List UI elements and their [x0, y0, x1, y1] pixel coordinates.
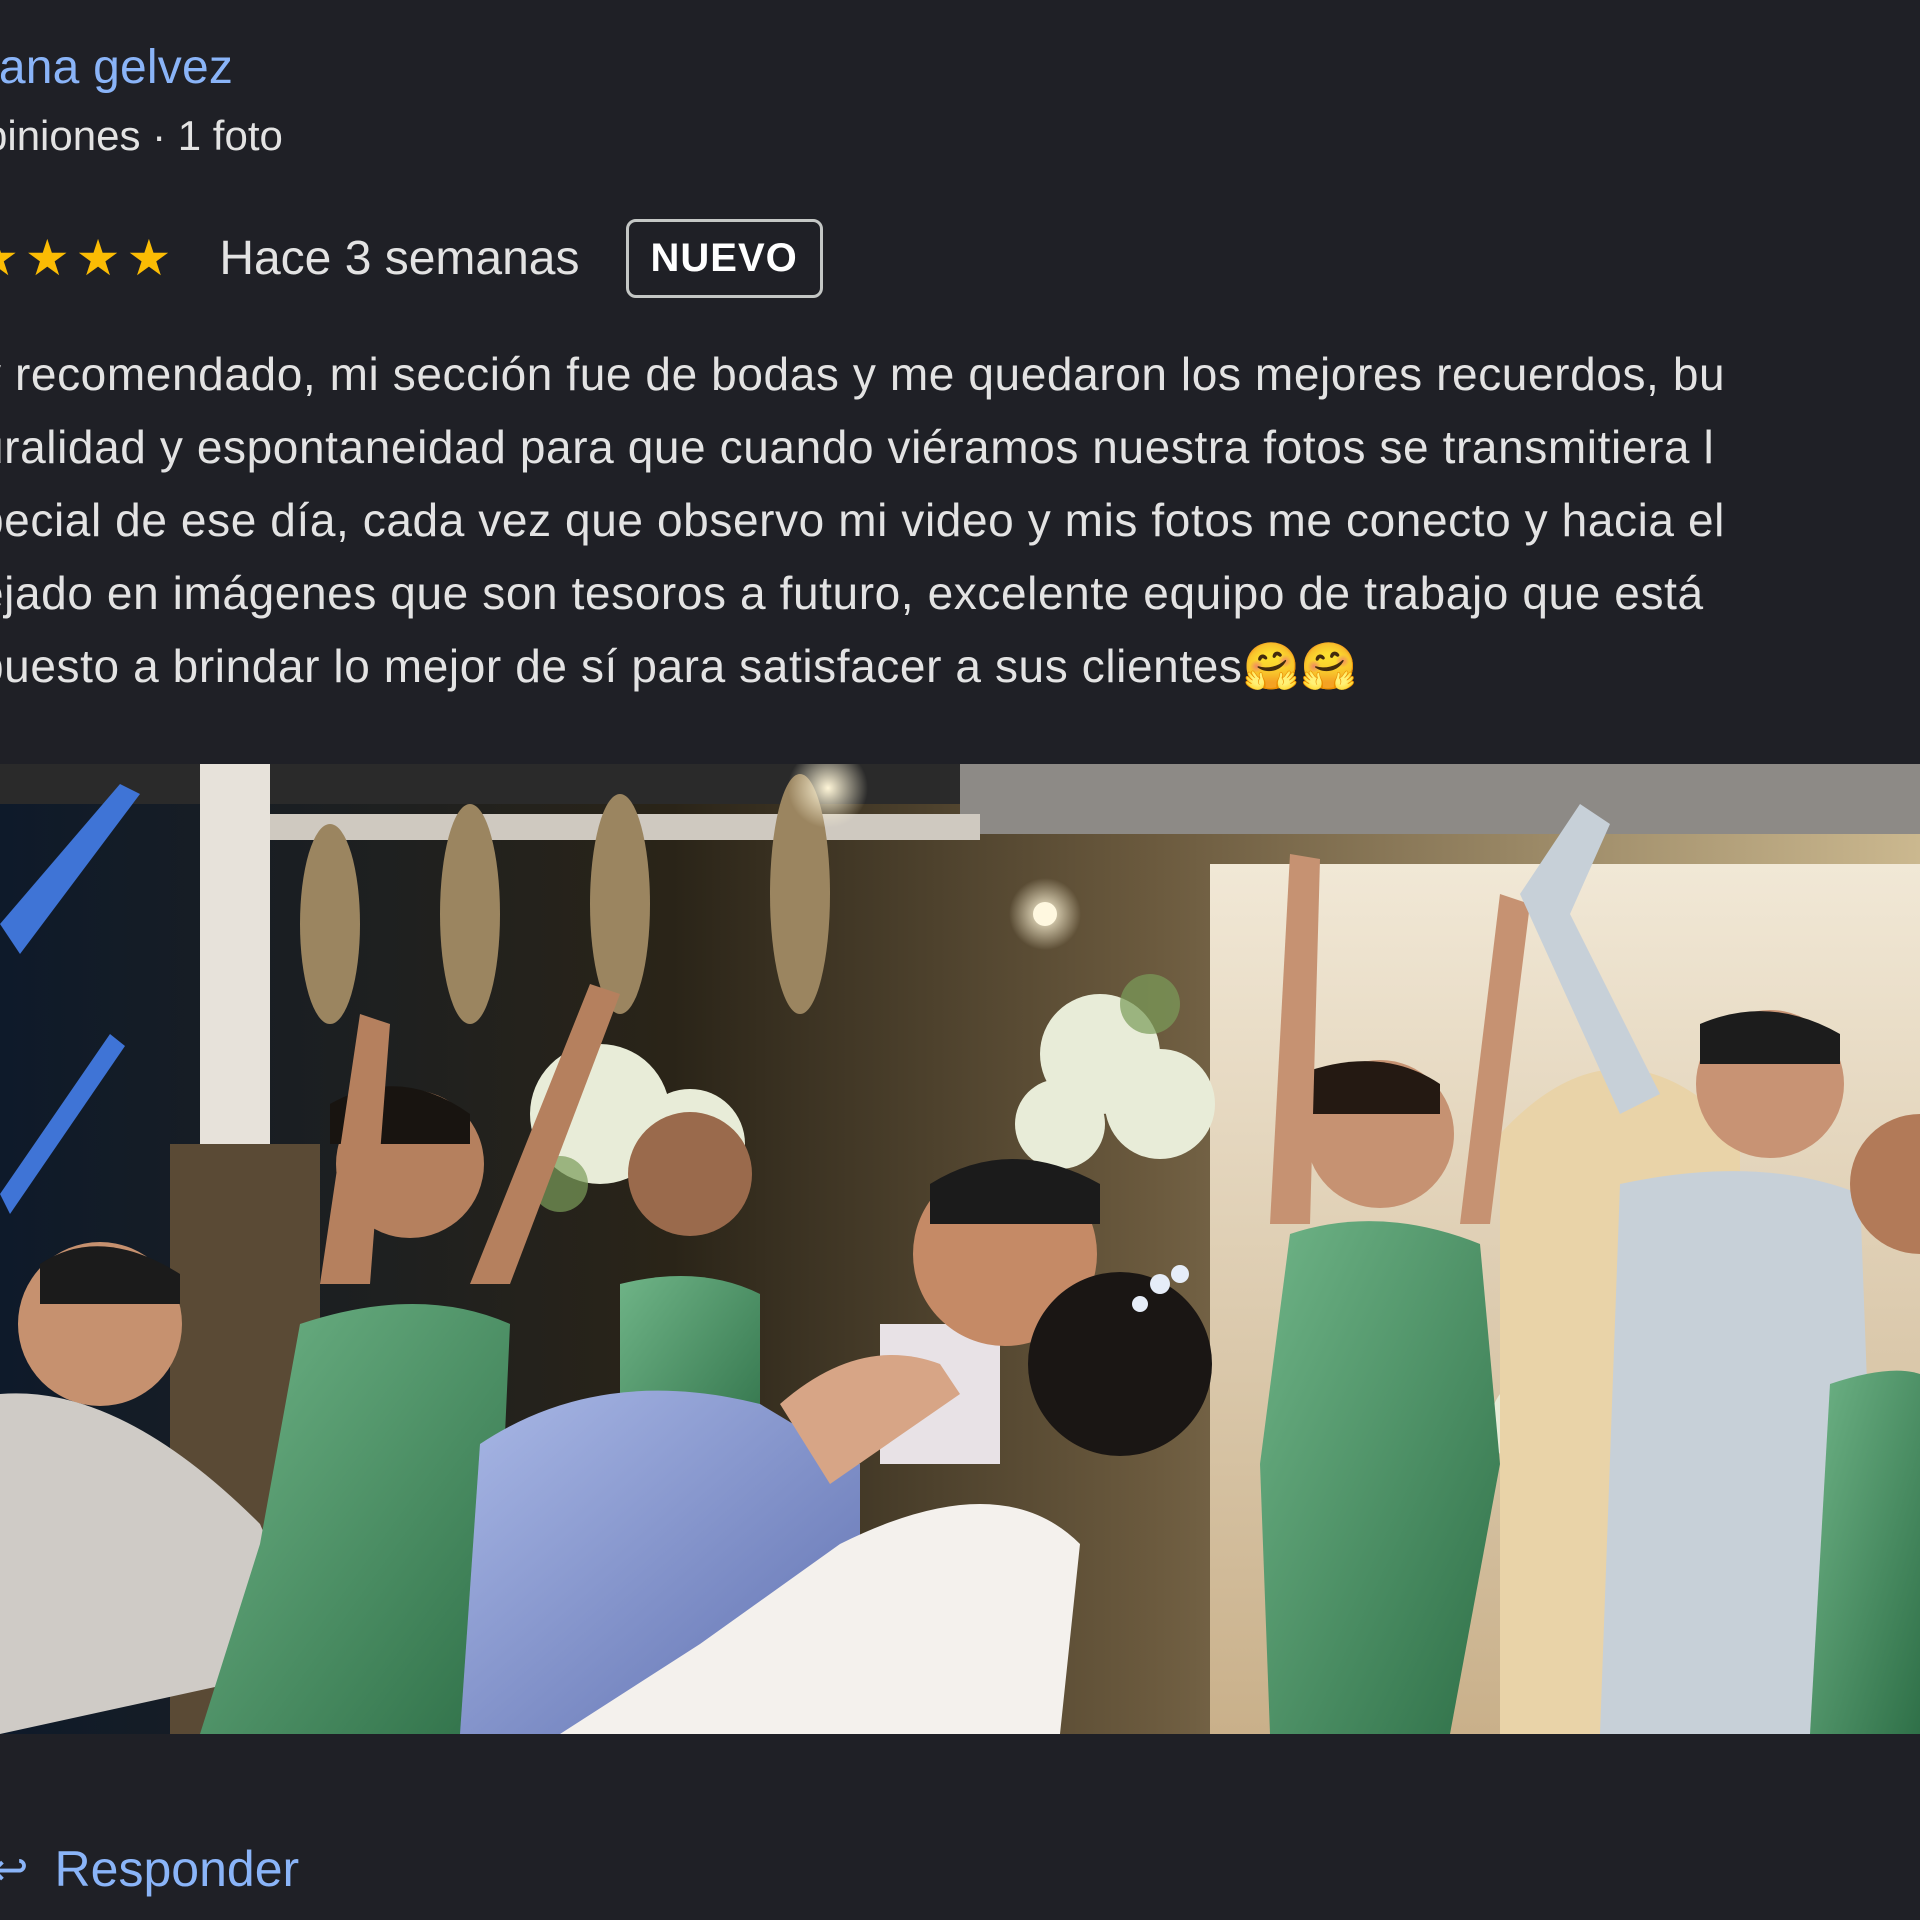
new-badge: NUEVO: [625, 218, 823, 298]
review-line: pecial de ese día, cada vez que observo …: [0, 494, 1725, 546]
review-card: iana gelvez piniones · 1 foto ★ ★ ★ ★ Ha…: [0, 0, 1920, 1920]
review-photo[interactable]: [0, 764, 1920, 1734]
review-line: y recomendado, mi sección fue de bodas y…: [0, 348, 1726, 400]
reviewer-name[interactable]: iana gelvez: [0, 40, 233, 95]
review-text: y recomendado, mi sección fue de bodas y…: [0, 338, 1920, 703]
reviewer-meta: piniones · 1 foto: [0, 112, 283, 159]
star-rating: ★ ★ ★ ★: [0, 233, 171, 283]
star-icon: ★: [126, 230, 172, 286]
rating-row: ★ ★ ★ ★ Hace 3 semanas NUEVO: [0, 214, 823, 302]
review-line: uralidad y espontaneidad para que cuando…: [0, 421, 1715, 473]
review-date: Hace 3 semanas: [219, 231, 580, 285]
wedding-photo: [0, 764, 1920, 1734]
reply-button[interactable]: ↩ Responder: [0, 1840, 299, 1898]
reply-icon: ↩: [0, 1843, 29, 1895]
review-line: puesto a brindar lo mejor de sí para sat…: [0, 640, 1359, 692]
star-icon: ★: [75, 230, 121, 286]
review-line: ejado en imágenes que son tesoros a futu…: [0, 567, 1704, 619]
star-icon: ★: [0, 233, 19, 283]
reply-label: Responder: [54, 1841, 300, 1897]
star-icon: ★: [24, 230, 70, 286]
